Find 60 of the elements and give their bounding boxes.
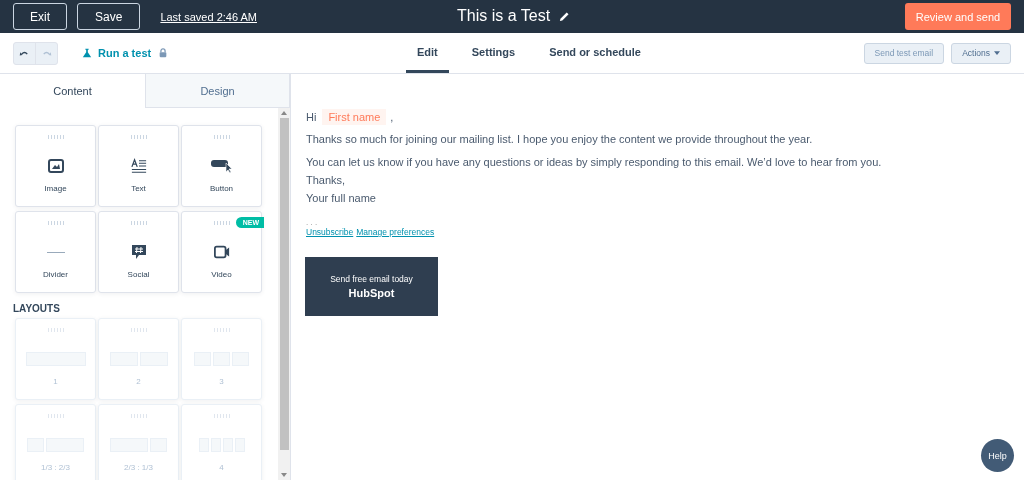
signoff-line: Your full name xyxy=(306,192,377,204)
module-tile[interactable]: Social xyxy=(98,211,179,293)
pencil-icon[interactable] xyxy=(559,10,571,22)
module-tile[interactable]: Button xyxy=(181,125,262,207)
email-paragraph: Thanks so much for joining our mailing list. I hope you enjoy the content we provide throughout the year. xyxy=(306,133,814,145)
scroll-up-arrow-icon[interactable] xyxy=(281,111,287,115)
text-lines-icon xyxy=(130,158,147,174)
drag-handle-icon xyxy=(46,221,65,225)
logo-text: HubSpot xyxy=(348,287,395,299)
banner-text: Send free email today xyxy=(330,274,413,284)
signoff-line: Thanks, xyxy=(306,174,347,186)
editor-tab[interactable]: Edit xyxy=(406,33,449,73)
top-bar-button[interactable]: Save xyxy=(77,3,141,30)
layout-label: 3 xyxy=(219,377,224,386)
last-saved-link[interactable]: Last saved 2:46 AM xyxy=(160,10,257,23)
email-paragraph: You can let us know if you have any questions or ideas by simply responding to this email. We’d love to hear from you. xyxy=(306,156,883,168)
promo-banner[interactable]: Send free email today HubSpot xyxy=(305,257,438,316)
flask-icon xyxy=(82,48,92,58)
layout-label: 4 xyxy=(219,463,224,472)
drag-handle-icon xyxy=(212,135,231,139)
drag-handle-icon xyxy=(129,221,148,225)
help-button[interactable]: Help xyxy=(981,439,1014,472)
scroll-down-arrow-icon[interactable] xyxy=(281,473,287,477)
module-tile[interactable]: Divider xyxy=(15,211,96,293)
scrollbar[interactable] xyxy=(278,108,290,480)
sidebar-tab[interactable]: Design xyxy=(145,74,290,108)
layout-label: 1 xyxy=(53,377,58,386)
module-label: Text xyxy=(131,184,146,193)
greeting-text: Hi xyxy=(306,111,317,123)
layouts-heading: LAYOUTS xyxy=(13,303,61,314)
footer-link[interactable]: Unsubscribe xyxy=(306,227,354,237)
ellipsis-text: . . . xyxy=(306,218,319,227)
lock-icon xyxy=(158,48,169,58)
run-a-test-link[interactable]: Run a test xyxy=(82,47,152,59)
module-label: Video xyxy=(211,270,232,279)
editor-tab[interactable]: Settings xyxy=(460,33,527,73)
comma-text: , xyxy=(390,111,394,123)
layout-label: 2/3 : 1/3 xyxy=(124,463,153,472)
module-tile[interactable]: Image xyxy=(15,125,96,207)
email-title: This is a Test xyxy=(457,7,551,25)
layout-label: 2 xyxy=(136,377,141,386)
editor-tab[interactable]: Send or schedule xyxy=(538,33,652,73)
video-camera-icon xyxy=(213,244,230,260)
layout-label: 1/3 : 2/3 xyxy=(41,463,70,472)
module-label: Social xyxy=(127,270,150,279)
module-tile[interactable]: Text xyxy=(98,125,179,207)
drag-handle-icon xyxy=(129,135,148,139)
button-cursor-icon xyxy=(210,158,233,174)
chat-hashtag-icon xyxy=(130,244,147,260)
module-label: Image xyxy=(44,184,67,193)
top-bar-button[interactable]: Exit xyxy=(13,3,67,30)
actions-dropdown[interactable]: Actions xyxy=(951,42,1011,64)
module-label: Divider xyxy=(43,270,68,279)
drag-handle-icon xyxy=(212,221,231,225)
drag-handle-icon xyxy=(46,135,65,139)
image-icon xyxy=(47,158,64,174)
divider-line-icon xyxy=(46,251,65,253)
footer-link[interactable]: Manage preferences xyxy=(356,227,435,237)
module-label: Button xyxy=(209,184,234,193)
caret-icon xyxy=(994,51,1000,55)
